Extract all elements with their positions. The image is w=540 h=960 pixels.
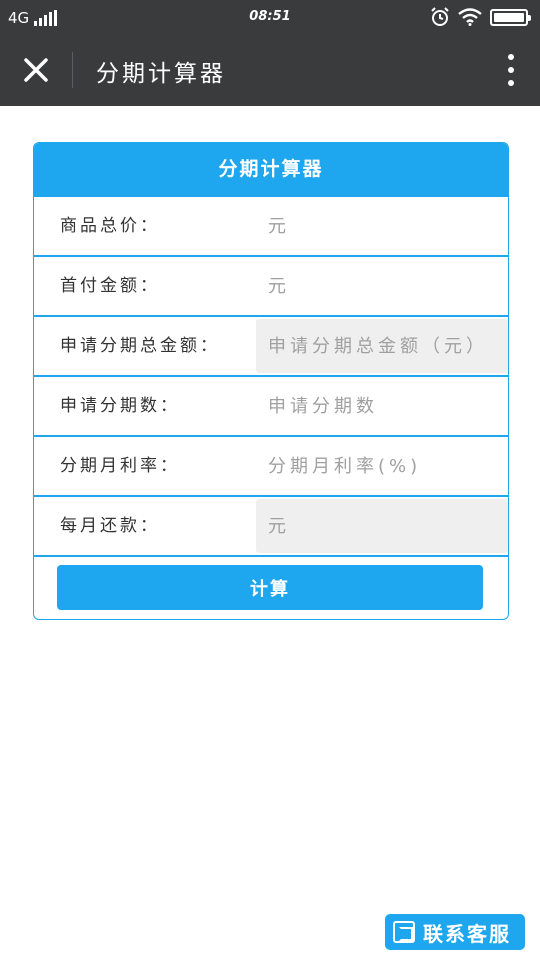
contact-service-label: 联系客服 [423,921,511,946]
calculator-card: 分期计算器 商品总价： 首付金额： 申请分期总金额： 申请分期数： 分期月利率：… [33,142,509,620]
row-down-payment: 首付金额： [34,255,508,315]
card-title: 分期计算器 [34,143,508,195]
row-product-price: 商品总价： [34,195,508,255]
battery-fill [494,12,524,22]
product-price-label: 商品总价： [60,216,160,236]
status-bar: 4G 08:51 [0,0,540,34]
monthly-rate-label: 分期月利率： [60,456,180,476]
row-loan-amount: 申请分期总金额： [34,315,508,375]
row-monthly-payment: 每月还款： [34,495,508,555]
down-payment-input[interactable] [256,257,508,315]
calculate-button[interactable]: 计算 [57,565,483,610]
button-row: 计算 [34,555,508,619]
monthly-payment-label: 每月还款： [60,516,160,536]
nav-divider [72,52,73,88]
row-monthly-rate: 分期月利率： [34,435,508,495]
close-icon[interactable] [18,52,54,88]
product-price-input[interactable] [256,197,508,255]
down-payment-label: 首付金额： [60,276,160,296]
contact-service-button[interactable]: 联系客服 [385,914,525,950]
loan-amount-field [256,319,508,373]
page-title: 分期计算器 [96,61,226,87]
nav-bar: 分期计算器 [0,34,540,106]
wifi-icon [458,8,482,26]
loan-amount-label: 申请分期总金额： [60,336,220,356]
row-installments: 申请分期数： [34,375,508,435]
chat-icon [393,921,415,943]
installments-label: 申请分期数： [60,396,180,416]
alarm-icon [431,7,449,26]
installments-input[interactable] [256,377,508,435]
more-vertical-icon[interactable] [506,54,516,86]
monthly-payment-field [256,499,508,553]
status-right [422,6,531,28]
battery-icon [490,8,531,26]
monthly-rate-input[interactable] [256,437,508,495]
